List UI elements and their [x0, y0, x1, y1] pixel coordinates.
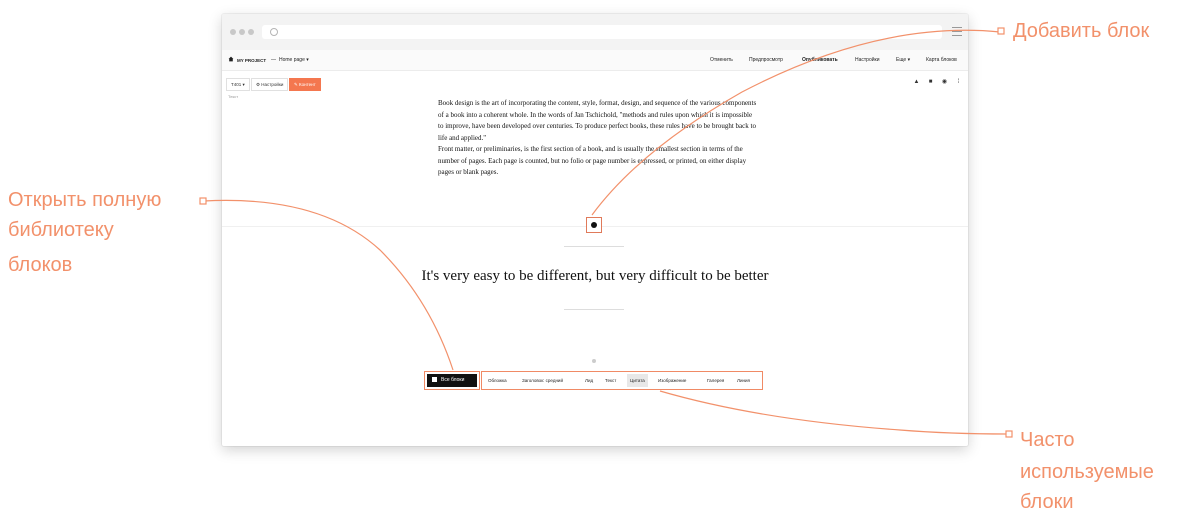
url-bar[interactable]: [262, 25, 942, 39]
page-selector[interactable]: Home page ▾: [279, 57, 309, 63]
add-block-button[interactable]: [586, 217, 602, 233]
quote-bottom-line: [564, 309, 624, 310]
quote-top-line: [564, 246, 624, 247]
nav-more[interactable]: Еще ▾: [896, 57, 910, 63]
chip-cover[interactable]: Обложка: [485, 374, 510, 387]
chip-heading-medium[interactable]: Заголовок: средний: [519, 374, 566, 387]
nav-settings[interactable]: Настройки: [855, 57, 880, 63]
nav-preview[interactable]: Предпросмотр: [749, 57, 783, 63]
delete-icon[interactable]: ■: [926, 78, 935, 87]
more-icon[interactable]: ⁞: [954, 78, 963, 87]
paragraph-2: Front matter, or preliminaries, is the f…: [438, 145, 747, 176]
url-loading-icon: [270, 28, 278, 36]
chip-quote[interactable]: Цитата: [627, 374, 648, 387]
annotation-frequent-line1: Часто: [1020, 429, 1075, 451]
editor-topbar: MY PROJECT — Home page ▾ Отменить Предпр…: [222, 50, 968, 71]
chip-text[interactable]: Текст: [602, 374, 619, 387]
hamburger-icon[interactable]: [952, 27, 962, 36]
annotation-add-block: Добавить блок: [1013, 20, 1150, 42]
chip-image[interactable]: Изображение: [655, 374, 689, 387]
browser-chrome: [222, 14, 968, 50]
annotation-open-library-line1: Открыть полную: [8, 189, 162, 211]
nav-undo[interactable]: Отменить: [710, 57, 733, 63]
text-block[interactable]: Book design is the art of incorporating …: [438, 98, 758, 179]
move-up-icon[interactable]: ▲: [912, 78, 921, 87]
window-maximize-dot[interactable]: [248, 29, 254, 35]
annotation-open-library-line3: блоков: [8, 254, 73, 276]
home-icon[interactable]: [228, 56, 234, 62]
plus-icon: [591, 222, 597, 228]
project-name[interactable]: MY PROJECT: [237, 58, 266, 63]
quote-text[interactable]: It's very easy to be different, but very…: [222, 268, 968, 285]
block-type-select[interactable]: T401 ▾: [226, 78, 250, 91]
chip-line[interactable]: Линия: [734, 374, 753, 387]
all-blocks-label: Все блоки: [441, 377, 465, 383]
annotation-frequent-line2: используемые: [1020, 461, 1154, 483]
grid-icon: [432, 376, 437, 382]
paragraph-1: Book design is the art of incorporating …: [438, 99, 757, 142]
frequent-blocks: Обложка Заголовок: средний Лид Текст Цит…: [481, 371, 763, 390]
block-label: Текст: [228, 94, 239, 99]
add-dot[interactable]: [592, 359, 596, 363]
window-minimize-dot[interactable]: [239, 29, 245, 35]
window-close-dot[interactable]: [230, 29, 236, 35]
nav-block-map[interactable]: Карта блоков: [926, 57, 957, 63]
hide-icon[interactable]: ◉: [940, 78, 949, 87]
annotation-open-library-line2: библиотеку: [8, 219, 114, 241]
all-blocks-button[interactable]: Все блоки: [427, 374, 477, 387]
breadcrumb-separator: —: [271, 57, 276, 63]
browser-window: MY PROJECT — Home page ▾ Отменить Предпр…: [222, 14, 968, 446]
block-content-button[interactable]: ✎ Контент: [289, 78, 321, 91]
nav-publish[interactable]: Опубликовать: [802, 57, 838, 63]
block-settings-button[interactable]: ⚙ Настройки: [251, 78, 289, 91]
chip-gallery[interactable]: Галерея: [704, 374, 727, 387]
chip-lead[interactable]: Лид: [582, 374, 596, 387]
